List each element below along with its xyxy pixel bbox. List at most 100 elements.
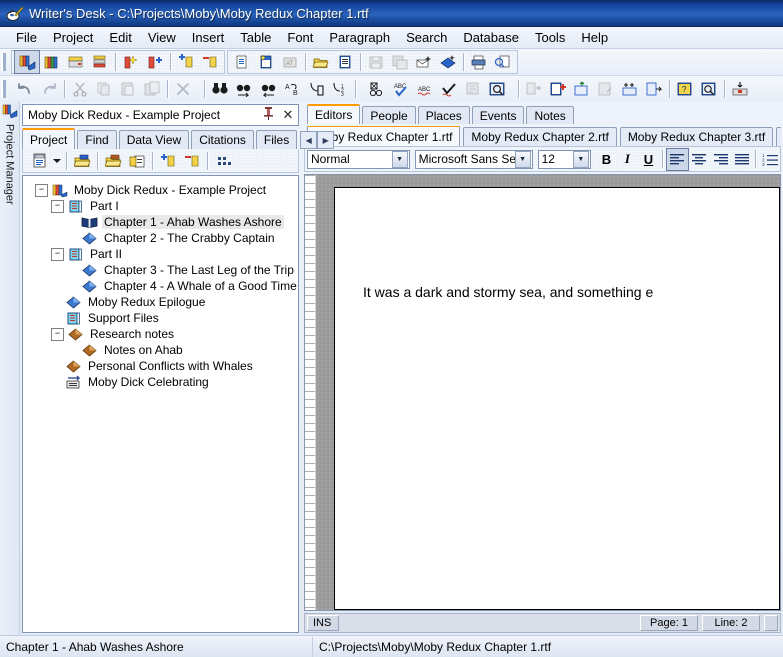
arrange-grid-icon[interactable] [211, 150, 235, 172]
project-notes-button[interactable] [125, 150, 149, 172]
tree-item[interactable]: − Part II [29, 246, 296, 262]
menu-paragraph[interactable]: Paragraph [321, 29, 398, 46]
tab-files[interactable]: Files [255, 130, 298, 149]
tab-find[interactable]: Find [77, 130, 117, 149]
tree-item[interactable]: Chapter 3 - The Last Leg of the Trip [29, 262, 296, 278]
close-icon[interactable]: ✕ [278, 107, 298, 123]
project-print-button[interactable] [64, 51, 88, 73]
tab-editors[interactable]: Editors [307, 104, 361, 124]
spell-options-button[interactable] [365, 78, 389, 100]
delete-button[interactable] [171, 78, 195, 100]
menu-search[interactable]: Search [398, 29, 455, 46]
open-project-button[interactable] [70, 150, 94, 172]
menu-tools[interactable]: Tools [527, 29, 573, 46]
toolbar-grip[interactable] [1, 80, 6, 98]
open-file-button[interactable] [309, 51, 333, 73]
tree-item[interactable]: Personal Conflicts with Whales [29, 358, 296, 374]
paste-special-button[interactable] [140, 78, 164, 100]
tree-expander-icon[interactable]: − [35, 183, 48, 197]
project-compile-button[interactable] [88, 51, 112, 73]
tree-item[interactable]: Chapter 2 - The Crabby Captain [29, 230, 296, 246]
menu-insert[interactable]: Insert [184, 29, 233, 46]
bold-button[interactable]: B [596, 149, 617, 170]
copy-button[interactable] [92, 78, 116, 100]
align-left-icon[interactable] [665, 147, 689, 171]
replace-button[interactable]: A B [280, 78, 304, 100]
menu-project[interactable]: Project [45, 29, 101, 46]
add-to-project-button[interactable] [143, 51, 167, 73]
doc-tab-chapter-4[interactable]: Moby Redux C= [776, 127, 781, 146]
find-previous-button[interactable] [256, 78, 280, 100]
tree-item[interactable]: Support Files [29, 310, 296, 326]
tab-events[interactable]: Events [471, 106, 525, 124]
project-manager-toggle-button[interactable] [14, 50, 40, 74]
new-text-button[interactable]: AT [278, 51, 302, 73]
triangle-left-icon[interactable]: ◀ [300, 131, 318, 149]
publish-button[interactable] [436, 51, 460, 73]
thesaurus-button[interactable] [461, 78, 485, 100]
menu-help[interactable]: Help [573, 29, 616, 46]
tree-expander-icon[interactable]: − [51, 327, 64, 341]
edit-record-button[interactable] [594, 78, 618, 100]
align-center-icon[interactable] [689, 149, 710, 170]
browse-records-button[interactable] [697, 78, 721, 100]
goto-button[interactable] [304, 78, 328, 100]
tab-project[interactable]: Project [22, 128, 76, 149]
project-open-button[interactable] [40, 51, 64, 73]
project-tree[interactable]: − Moby Dick Redux - Example Project − Part … [22, 175, 299, 633]
doc-tab-chapter-3[interactable]: Moby Redux Chapter 3.rtf [619, 127, 774, 146]
add-item-button[interactable] [156, 150, 180, 172]
align-justify-icon[interactable] [731, 149, 752, 170]
new-project-button[interactable] [119, 51, 143, 73]
send-mail-button[interactable] [412, 51, 436, 73]
tab-notes[interactable]: Notes [526, 106, 574, 124]
new-document-button[interactable] [230, 51, 254, 73]
menu-table[interactable]: Table [232, 29, 279, 46]
tree-item[interactable]: Moby Dick Celebrating [29, 374, 296, 390]
project-properties-button[interactable] [27, 150, 51, 172]
record-help-button[interactable]: ? [673, 78, 697, 100]
export-record-button[interactable] [642, 78, 666, 100]
menu-file[interactable]: File [8, 29, 45, 46]
insert-item-button[interactable] [174, 51, 198, 73]
menu-edit[interactable]: Edit [101, 29, 139, 46]
tree-expander-icon[interactable]: − [51, 247, 64, 261]
cut-button[interactable] [68, 78, 92, 100]
autocorrect-button[interactable]: ABC [413, 78, 437, 100]
menu-view[interactable]: View [140, 29, 184, 46]
add-record-button[interactable] [546, 78, 570, 100]
print-button[interactable] [467, 51, 491, 73]
tree-item[interactable]: Notes on Ahab [29, 342, 296, 358]
redo-button[interactable] [37, 78, 61, 100]
chevron-down-icon[interactable]: ▼ [572, 150, 589, 168]
chevron-down-icon[interactable]: ▼ [514, 150, 531, 168]
new-template-button[interactable] [254, 51, 278, 73]
align-right-icon[interactable] [710, 149, 731, 170]
project-manager-dock-label[interactable]: Project Manager [4, 124, 16, 205]
tree-item[interactable]: − Part I [29, 198, 296, 214]
font-combo[interactable]: Microsoft Sans Seri ▼ [414, 149, 533, 169]
tree-item[interactable]: Chapter 4 - A Whale of a Good Time [29, 278, 297, 294]
chevron-down-icon[interactable]: ▼ [391, 150, 408, 168]
numbered-list-icon[interactable]: 1 2 3 [759, 149, 780, 170]
tab-people[interactable]: People [362, 106, 416, 124]
document-body-text[interactable]: It was a dark and stormy sea, and someth… [363, 284, 779, 300]
grammar-button[interactable] [437, 78, 461, 100]
goto-line-button[interactable]: 1 2 3 [328, 78, 352, 100]
undo-button[interactable] [13, 78, 37, 100]
database-link-button[interactable] [522, 78, 546, 100]
print-preview-button[interactable] [491, 51, 515, 73]
pin-icon[interactable] [258, 107, 278, 123]
paste-button[interactable] [116, 78, 140, 100]
add-person-button[interactable] [618, 78, 642, 100]
chevron-down-icon[interactable] [51, 150, 63, 172]
triangle-right-icon[interactable]: ▶ [317, 131, 335, 149]
save-all-button[interactable] [388, 51, 412, 73]
tree-item[interactable]: − Research notes [29, 326, 296, 342]
spellcheck-button[interactable]: ABC [389, 78, 413, 100]
italic-button[interactable]: I [617, 149, 638, 170]
insert-record-button[interactable] [570, 78, 594, 100]
tree-item[interactable]: Chapter 1 - Ahab Washes Ashore [29, 214, 296, 230]
tab-places[interactable]: Places [417, 106, 470, 124]
dictionary-button[interactable] [485, 78, 509, 100]
